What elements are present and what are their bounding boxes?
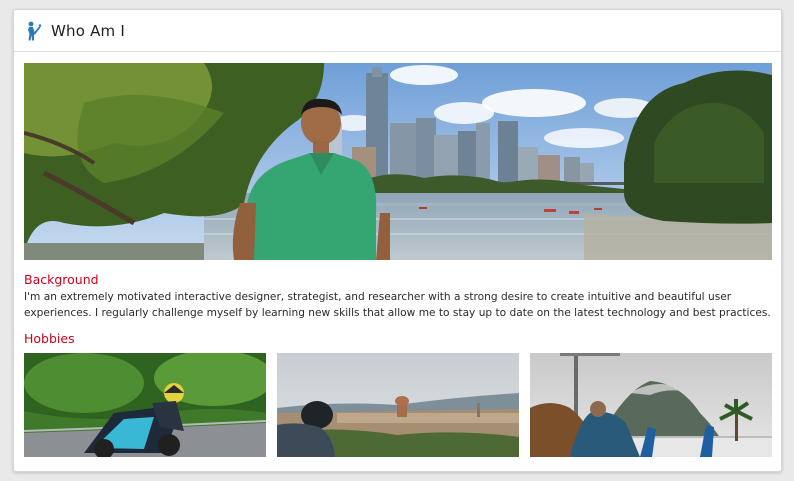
background-heading: Background <box>24 272 99 287</box>
person-waving-icon <box>28 21 42 40</box>
card-header: Who Am I <box>14 10 781 52</box>
hobby-photo-mountain <box>530 353 772 457</box>
who-am-i-card: Who Am I Background I'm an extremely mot… <box>13 9 782 472</box>
hero-photo <box>24 63 772 260</box>
hobbies-heading: Hobbies <box>24 331 75 346</box>
hobby-photo-travel <box>277 353 519 457</box>
card-title: Who Am I <box>51 21 125 40</box>
hobby-photo-motorcycle <box>24 353 266 457</box>
background-text: I'm an extremely motivated interactive d… <box>24 291 771 319</box>
